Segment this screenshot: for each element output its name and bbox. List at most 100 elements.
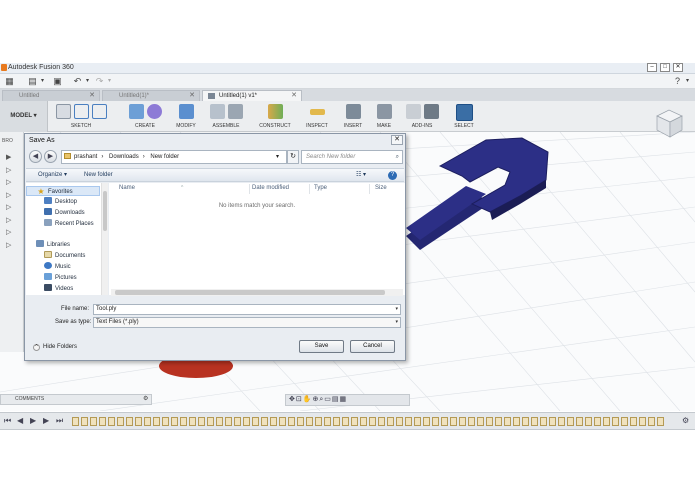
- browser-tree-toggles[interactable]: ▶ ▷ ▷ ▷ ▷ ▷ ▷ ▷: [6, 152, 11, 252]
- hide-folders-toggle[interactable]: ^ Hide Folders: [33, 344, 77, 351]
- workspace-switcher[interactable]: MODEL ▾: [0, 101, 48, 132]
- step-back-icon[interactable]: ◀: [17, 416, 23, 425]
- timeline-feature-icon[interactable]: [135, 417, 142, 426]
- timeline-feature-icon[interactable]: [189, 417, 196, 426]
- address-dropdown-icon[interactable]: ▾: [276, 151, 279, 163]
- ribbon-group-modify[interactable]: MODIFY: [172, 104, 200, 131]
- timeline-features[interactable]: [72, 417, 672, 427]
- tab-untitled[interactable]: Untitled ✕: [2, 90, 100, 101]
- breadcrumb-prashant[interactable]: prashant: [74, 154, 97, 160]
- organize-button[interactable]: Organize ▾: [38, 170, 67, 181]
- timeline-feature-icon[interactable]: [216, 417, 223, 426]
- timeline-feature-icon[interactable]: [198, 417, 205, 426]
- grid-settings-icon[interactable]: ▦: [340, 396, 348, 403]
- dialog-help-icon[interactable]: ?: [388, 171, 397, 180]
- timeline-feature-icon[interactable]: [486, 417, 493, 426]
- timeline-feature-icon[interactable]: [396, 417, 403, 426]
- look-at-icon[interactable]: ⊡: [296, 396, 303, 403]
- go-to-end-icon[interactable]: ⏭: [56, 416, 63, 426]
- timeline-feature-icon[interactable]: [243, 417, 250, 426]
- timeline-feature-icon[interactable]: [657, 417, 664, 426]
- timeline-feature-icon[interactable]: [153, 417, 160, 426]
- file-list-hscrollbar[interactable]: [111, 289, 403, 296]
- close-icon[interactable]: ✕: [291, 91, 297, 101]
- dialog-close-button[interactable]: ✕: [391, 135, 403, 145]
- timeline-feature-icon[interactable]: [414, 417, 421, 426]
- timeline-feature-icon[interactable]: [405, 417, 412, 426]
- nav-item-videos[interactable]: Videos: [26, 284, 73, 294]
- file-name-input[interactable]: Tool.ply ▾: [93, 304, 401, 315]
- column-header-name[interactable]: Name: [119, 185, 135, 191]
- timeline-feature-icon[interactable]: [477, 417, 484, 426]
- timeline-feature-icon[interactable]: [630, 417, 637, 426]
- timeline-feature-icon[interactable]: [333, 417, 340, 426]
- timeline-feature-icon[interactable]: [90, 417, 97, 426]
- nav-pane-scrollbar[interactable]: [101, 183, 108, 295]
- column-header-size[interactable]: Size: [375, 185, 387, 191]
- timeline-feature-icon[interactable]: [441, 417, 448, 426]
- timeline-feature-icon[interactable]: [252, 417, 259, 426]
- ribbon-group-add-ins[interactable]: ADD-INS: [402, 104, 442, 131]
- column-divider[interactable]: [249, 184, 250, 194]
- timeline-feature-icon[interactable]: [324, 417, 331, 426]
- orbit-icon[interactable]: ✥: [289, 396, 296, 403]
- view-options-icon[interactable]: ☷ ▾: [356, 170, 366, 181]
- undo-dropdown-icon[interactable]: ▾: [82, 76, 93, 86]
- timeline-feature-icon[interactable]: [612, 417, 619, 426]
- column-header-type[interactable]: Type: [314, 185, 327, 191]
- browser-panel[interactable]: BRO ▶ ▷ ▷ ▷ ▷ ▷ ▷ ▷: [0, 132, 24, 352]
- timeline-feature-icon[interactable]: [360, 417, 367, 426]
- chevron-down-icon[interactable]: ▾: [395, 305, 398, 314]
- column-divider[interactable]: [309, 184, 310, 194]
- close-window-button[interactable]: ✕: [673, 63, 683, 72]
- viewcube[interactable]: [651, 108, 687, 140]
- save-button[interactable]: Save: [299, 340, 344, 353]
- tab-untitled-1-v1[interactable]: Untitled(1) v1* ✕: [202, 90, 302, 101]
- timeline-feature-icon[interactable]: [567, 417, 574, 426]
- timeline-feature-icon[interactable]: [522, 417, 529, 426]
- scrollbar-thumb[interactable]: [103, 191, 107, 231]
- back-button[interactable]: ◀: [29, 150, 42, 163]
- ribbon-group-select[interactable]: SELECT: [450, 104, 478, 131]
- minimize-button[interactable]: –: [647, 63, 657, 72]
- timeline-feature-icon[interactable]: [342, 417, 349, 426]
- address-bar[interactable]: prashant › Downloads › New folder ▾: [61, 150, 287, 164]
- timeline-feature-icon[interactable]: [180, 417, 187, 426]
- settings-gear-icon[interactable]: ⚙: [143, 395, 148, 404]
- nav-item-downloads[interactable]: Downloads: [26, 208, 85, 218]
- timeline-feature-icon[interactable]: [261, 417, 268, 426]
- ribbon-group-insert[interactable]: INSERT: [340, 104, 366, 131]
- ribbon-group-assemble[interactable]: ASSEMBLE: [206, 104, 246, 131]
- timeline-feature-icon[interactable]: [270, 417, 277, 426]
- timeline-feature-icon[interactable]: [207, 417, 214, 426]
- timeline-feature-icon[interactable]: [72, 417, 79, 426]
- nav-item-music[interactable]: Music: [26, 262, 71, 272]
- timeline-feature-icon[interactable]: [99, 417, 106, 426]
- refresh-button[interactable]: ↻: [287, 150, 299, 164]
- timeline-feature-icon[interactable]: [576, 417, 583, 426]
- timeline-feature-icon[interactable]: [387, 417, 394, 426]
- new-folder-button[interactable]: New folder: [84, 170, 113, 181]
- step-forward-icon[interactable]: ▶: [43, 416, 49, 425]
- redo-dropdown-icon[interactable]: ▾: [104, 76, 115, 86]
- nav-libraries[interactable]: Libraries: [26, 240, 70, 250]
- timeline-feature-icon[interactable]: [558, 417, 565, 426]
- timeline-feature-icon[interactable]: [450, 417, 457, 426]
- timeline-feature-icon[interactable]: [540, 417, 547, 426]
- timeline-feature-icon[interactable]: [171, 417, 178, 426]
- nav-favorites[interactable]: ★ Favorites: [26, 186, 100, 196]
- timeline-feature-icon[interactable]: [315, 417, 322, 426]
- timeline-feature-icon[interactable]: [162, 417, 169, 426]
- timeline-feature-icon[interactable]: [234, 417, 241, 426]
- comments-panel[interactable]: COMMENTS ⚙: [0, 394, 152, 405]
- ribbon-group-inspect[interactable]: INSPECT: [302, 104, 332, 131]
- timeline-feature-icon[interactable]: [288, 417, 295, 426]
- nav-item-pictures[interactable]: Pictures: [26, 273, 77, 283]
- column-header-date-modified[interactable]: Date modified: [252, 185, 289, 191]
- nav-item-documents[interactable]: Documents: [26, 251, 85, 261]
- timeline-feature-icon[interactable]: [504, 417, 511, 426]
- chevron-down-icon[interactable]: ▾: [37, 76, 48, 86]
- close-icon[interactable]: ✕: [89, 91, 95, 101]
- tab-untitled-1[interactable]: Untitled(1)* ✕: [102, 90, 200, 101]
- ribbon-group-construct[interactable]: CONSTRUCT: [255, 104, 295, 131]
